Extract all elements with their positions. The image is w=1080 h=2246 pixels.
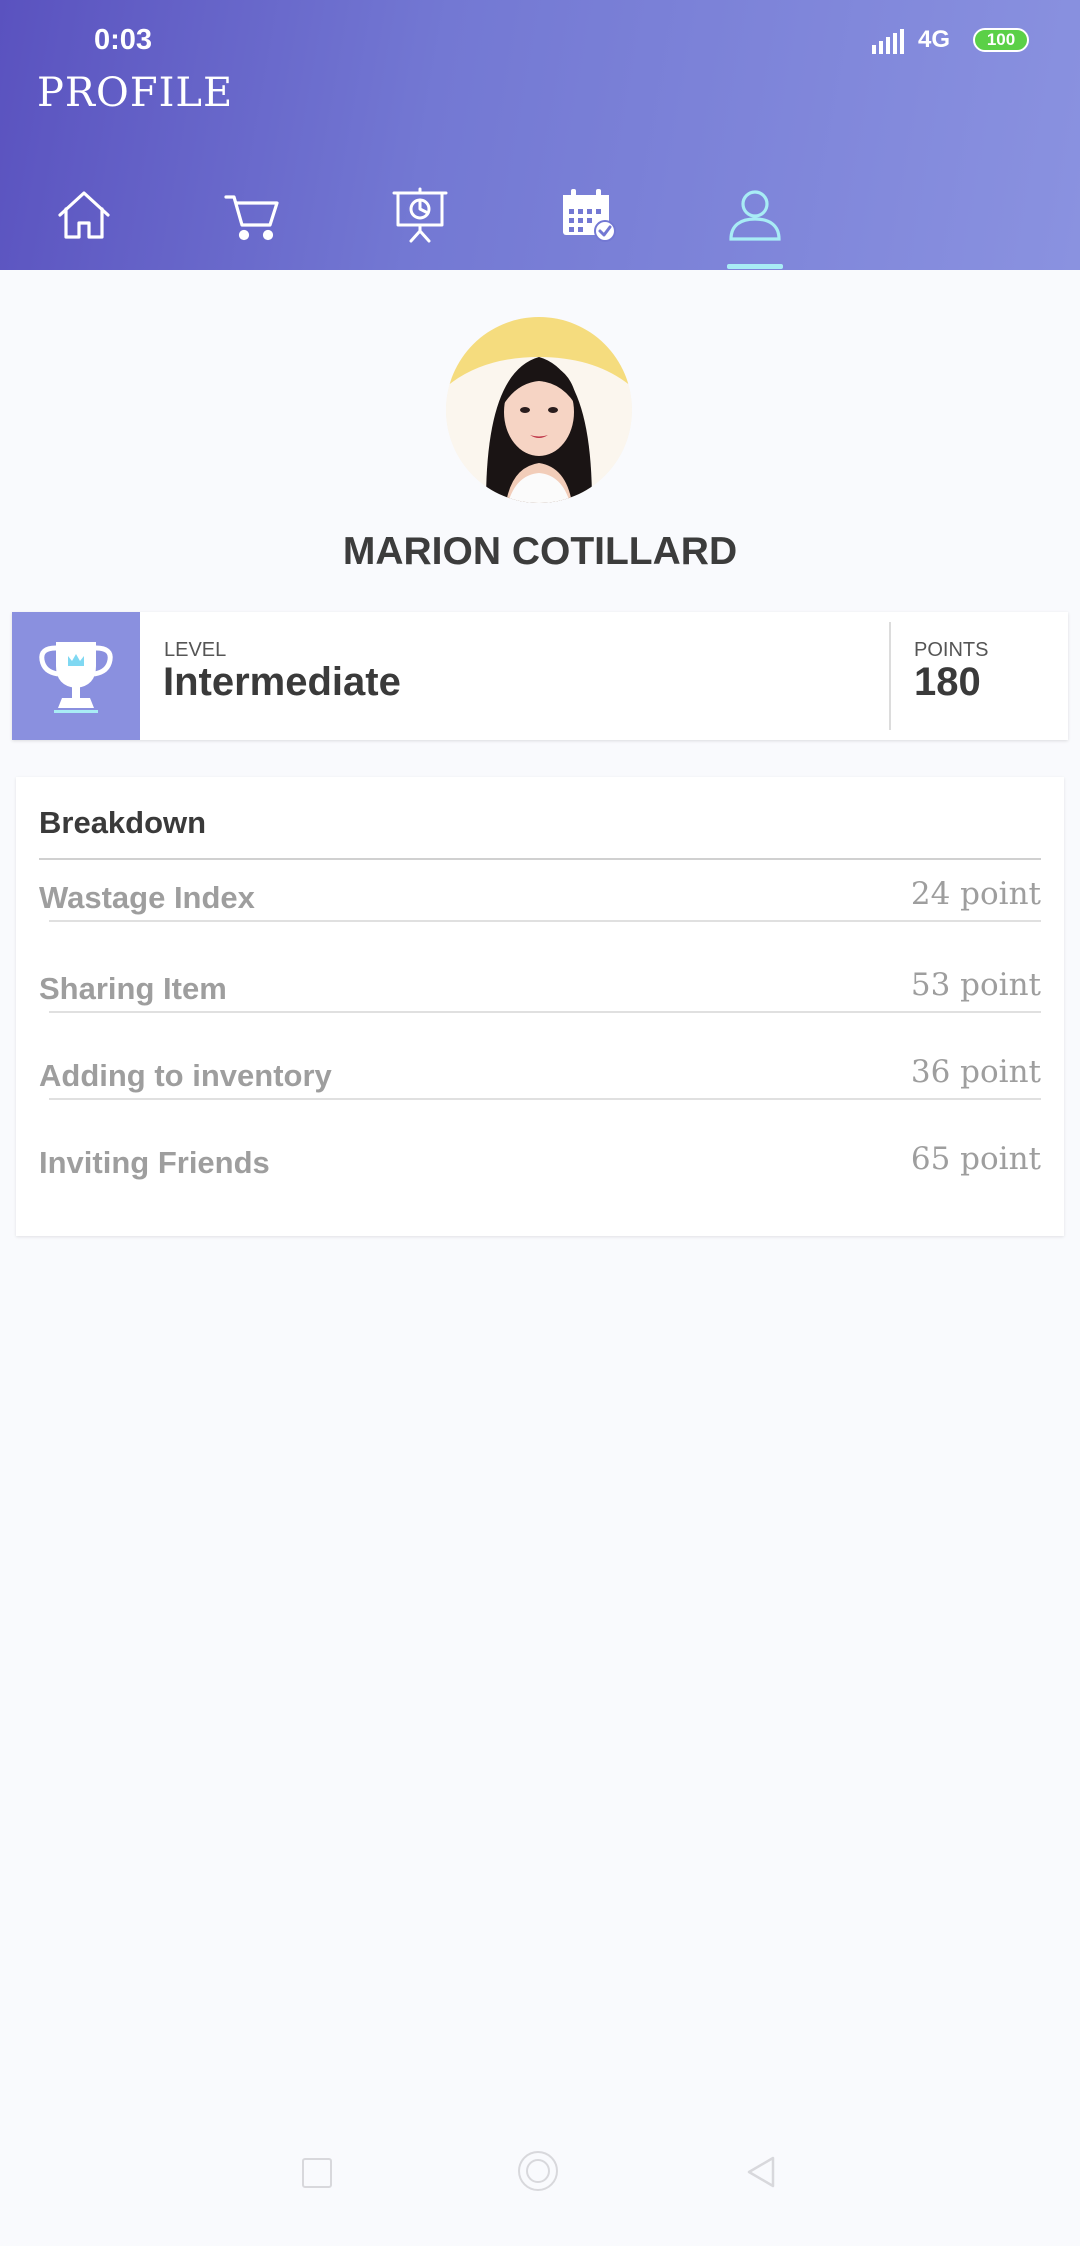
status-bar: 0:03 4G 100 (0, 0, 1080, 70)
home-icon (58, 191, 110, 239)
points-value: 180 (914, 660, 981, 704)
breakdown-row-sharing-item: Sharing Item 53 point (39, 953, 1041, 1013)
avatar (446, 317, 632, 503)
battery-level: 100 (986, 30, 1016, 49)
tab-cart[interactable] (202, 180, 302, 270)
breakdown-label: Sharing Item (39, 971, 227, 1006)
status-time: 0:03 (94, 24, 153, 56)
app-header: 0:03 4G 100 PROFILE (0, 0, 1080, 270)
breakdown-label: Inviting Friends (39, 1145, 270, 1180)
breakdown-value: 36 point (910, 1054, 1041, 1090)
level-badge (12, 612, 140, 740)
user-icon (729, 190, 781, 241)
breakdown-row-adding-to-inventory: Adding to inventory 36 point (39, 1040, 1041, 1100)
breakdown-label: Wastage Index (39, 880, 255, 915)
page-title: PROFILE (37, 70, 234, 116)
level-divider (889, 622, 891, 730)
network-type: 4G (918, 26, 951, 53)
level-caption: LEVEL (164, 639, 227, 661)
tab-profile[interactable] (705, 180, 805, 270)
tab-home[interactable] (34, 180, 134, 270)
battery-icon: 100 (973, 28, 1029, 52)
breakdown-row-inviting-friends: Inviting Friends 65 point (39, 1127, 1041, 1187)
breakdown-divider (39, 858, 1041, 860)
home-button[interactable] (518, 2151, 558, 2191)
breakdown-title: Breakdown (39, 805, 207, 840)
back-button[interactable] (745, 2154, 777, 2190)
level-card: LEVEL Intermediate POINTS 180 (12, 612, 1068, 740)
active-tab-indicator (727, 264, 783, 269)
row-divider (49, 920, 1041, 922)
breakdown-label: Adding to inventory (39, 1058, 332, 1093)
trophy-icon (39, 642, 113, 713)
tab-presentation[interactable] (370, 180, 470, 270)
signal-icon (872, 29, 904, 54)
tab-calendar[interactable] (537, 180, 637, 270)
breakdown-value: 53 point (910, 967, 1041, 1003)
system-nav-bar (0, 2116, 1080, 2246)
points-caption: POINTS (914, 639, 989, 661)
recent-apps-button[interactable] (302, 2158, 332, 2188)
breakdown-value: 24 point (910, 876, 1041, 912)
breakdown-value: 65 point (910, 1141, 1041, 1177)
tab-bar (0, 180, 1080, 270)
calendar-check-icon (563, 189, 616, 242)
presentation-chart-icon (392, 187, 448, 243)
row-divider (49, 1011, 1041, 1013)
breakdown-row-wastage-index: Wastage Index 24 point (39, 862, 1041, 922)
row-divider (49, 1098, 1041, 1100)
profile-name: MARION COTILLARD (342, 530, 738, 573)
level-value: Intermediate (163, 660, 401, 704)
breakdown-card: Breakdown Wastage Index 24 point Sharing… (16, 777, 1064, 1236)
cart-icon (224, 195, 279, 241)
